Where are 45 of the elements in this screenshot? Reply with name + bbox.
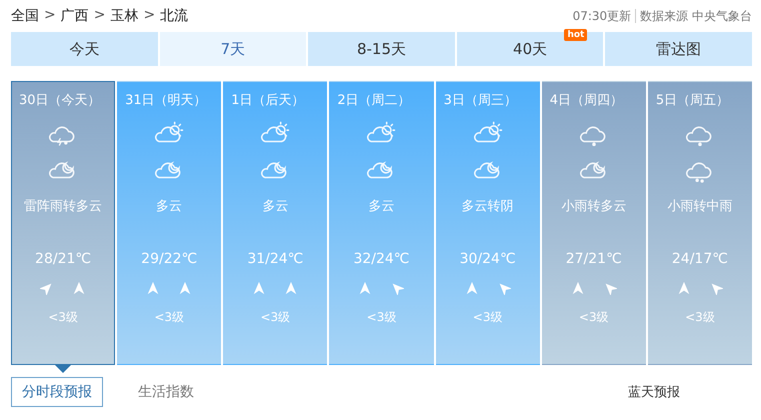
- weather-description: 小雨转中雨: [667, 198, 732, 215]
- breadcrumb-link[interactable]: 全国: [11, 7, 39, 25]
- wind-level: <3级: [578, 309, 609, 326]
- wind-level: <3级: [366, 309, 396, 326]
- weather-description: 多云转阴: [462, 198, 514, 215]
- temperature-range: 27/21℃: [566, 251, 622, 267]
- forecast-tab[interactable]: 今天: [11, 32, 158, 66]
- breadcrumb-separator: >: [44, 7, 56, 25]
- data-source: 数据来源 中央气象台: [640, 8, 752, 24]
- wind-level: <3级: [260, 309, 290, 326]
- day-date: 5日（周五）: [656, 92, 730, 109]
- day-date: 4日（周四）: [550, 92, 623, 109]
- breadcrumb-link[interactable]: 玉林: [110, 7, 138, 25]
- forecast-tab[interactable]: 7天: [160, 32, 306, 66]
- forecast-tab[interactable]: 8-15天: [308, 32, 455, 66]
- weather-description: 多云: [368, 198, 394, 215]
- temperature-range: 31/24℃: [247, 251, 304, 267]
- wind-level: <3级: [154, 309, 184, 326]
- update-time: 07:30更新: [572, 8, 632, 24]
- breadcrumb-separator: >: [143, 7, 156, 25]
- selection-pointer-icon: [55, 365, 71, 373]
- temperature-range: 32/24℃: [353, 251, 410, 267]
- sub-tab[interactable]: 生活指数: [127, 377, 205, 407]
- weather-description: 小雨转多云: [561, 198, 626, 215]
- sub-tab[interactable]: 分时段预报: [11, 377, 103, 407]
- hot-badge: hot: [564, 29, 588, 41]
- temperature-range: 29/22℃: [141, 251, 198, 267]
- wind-level: <3级: [472, 309, 502, 326]
- day-date: 3日（周三）: [444, 92, 517, 109]
- day-date: 31日（明天）: [125, 92, 207, 109]
- weather-description: 多云: [156, 198, 182, 215]
- forecast-tab[interactable]: 雷达图: [605, 32, 752, 66]
- day-date: 1日（后天）: [231, 92, 305, 109]
- side-link[interactable]: 蓝天预报: [628, 383, 680, 401]
- weather-description: 多云: [262, 198, 288, 215]
- weather-description: 雷阵雨转多云: [24, 198, 102, 215]
- breadcrumb-link[interactable]: 广西: [60, 7, 89, 25]
- wind-level: <3级: [48, 309, 78, 326]
- day-date: 2日（周二）: [337, 92, 411, 109]
- breadcrumb-separator: >: [94, 7, 106, 25]
- temperature-range: 24/17℃: [672, 251, 728, 267]
- wind-level: <3级: [685, 309, 715, 326]
- temperature-range: 28/21℃: [35, 251, 92, 267]
- day-date: 30日（今天）: [19, 92, 101, 109]
- temperature-range: 30/24℃: [460, 251, 516, 267]
